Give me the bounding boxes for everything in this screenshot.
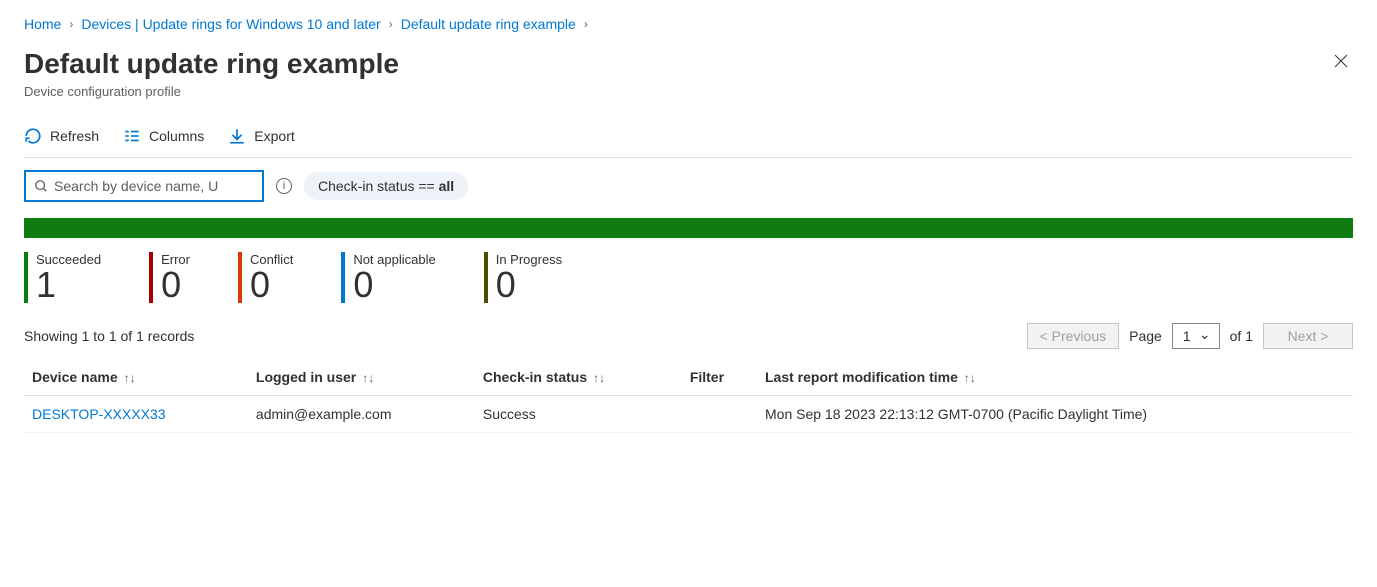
sort-icon: ↑↓ [593,371,605,385]
accent-bar [484,252,488,303]
cell-device-name[interactable]: DESKTOP-XXXXX33 [24,396,248,433]
search-input-wrapper[interactable] [24,170,264,202]
previous-button[interactable]: < Previous [1027,323,1120,349]
status-value: 0 [353,267,435,303]
status-value: 1 [36,267,101,303]
col-label: Logged in user [256,369,356,385]
status-not-applicable[interactable]: Not applicable 0 [341,252,435,303]
col-label: Last report modification time [765,369,958,385]
accent-bar [238,252,242,303]
breadcrumb: Home › Devices | Update rings for Window… [24,16,1353,32]
accent-bar [149,252,153,303]
col-label: Check-in status [483,369,587,385]
pagination: < Previous Page 1 of 1 Next > [1027,323,1353,349]
col-filter[interactable]: Filter [682,359,757,396]
status-conflict[interactable]: Conflict 0 [238,252,293,303]
page-label: Page [1129,328,1162,344]
sort-icon: ↑↓ [362,371,374,385]
status-error[interactable]: Error 0 [149,252,190,303]
chevron-right-icon: › [584,17,588,31]
search-icon [34,179,48,193]
status-tiles: Succeeded 1 Error 0 Conflict 0 Not appli… [24,252,1353,303]
chevron-right-icon: › [69,17,73,31]
col-device-name[interactable]: Device name ↑↓ [24,359,248,396]
refresh-label: Refresh [50,128,99,144]
page-select[interactable]: 1 [1172,323,1220,349]
cell-checkin-status: Success [475,396,682,433]
export-icon [228,127,246,145]
col-last-modification[interactable]: Last report modification time ↑↓ [757,359,1353,396]
col-label: Filter [690,369,724,385]
status-in-progress[interactable]: In Progress 0 [484,252,562,303]
status-succeeded[interactable]: Succeeded 1 [24,252,101,303]
page-subtitle: Device configuration profile [24,84,1353,99]
breadcrumb-current[interactable]: Default update ring example [401,16,576,32]
page-total: of 1 [1230,328,1253,344]
col-label: Device name [32,369,118,385]
filter-pill-value: all [439,178,455,194]
next-button[interactable]: Next > [1263,323,1353,349]
accent-bar [24,252,28,303]
close-button[interactable] [1329,48,1353,79]
status-value: 0 [161,267,190,303]
cell-logged-in-user: admin@example.com [248,396,475,433]
sort-icon: ↑↓ [124,371,136,385]
columns-label: Columns [149,128,204,144]
refresh-icon [24,127,42,145]
breadcrumb-devices[interactable]: Devices | Update rings for Windows 10 an… [81,16,380,32]
col-checkin-status[interactable]: Check-in status ↑↓ [475,359,682,396]
checkin-status-filter-pill[interactable]: Check-in status == all [304,172,468,200]
info-icon[interactable]: i [276,178,292,194]
chevron-right-icon: › [389,17,393,31]
columns-button[interactable]: Columns [123,123,204,149]
records-summary: Showing 1 to 1 of 1 records [24,328,194,344]
page-title: Default update ring example [24,48,399,80]
accent-bar [341,252,345,303]
status-value: 0 [496,267,562,303]
page-select-value: 1 [1183,328,1191,344]
devices-table: Device name ↑↓ Logged in user ↑↓ Check-in … [24,359,1353,433]
cell-filter [682,396,757,433]
toolbar: Refresh Columns Export [24,115,1353,158]
sort-icon: ↑↓ [964,371,976,385]
table-row[interactable]: DESKTOP-XXXXX33 admin@example.com Succes… [24,396,1353,433]
close-icon [1333,53,1349,69]
filter-pill-prefix: Check-in status == [318,178,439,194]
export-label: Export [254,128,294,144]
cell-modification-time: Mon Sep 18 2023 22:13:12 GMT-0700 (Pacif… [757,396,1353,433]
status-value: 0 [250,267,293,303]
status-progress-bar [24,218,1353,238]
columns-icon [123,127,141,145]
breadcrumb-home[interactable]: Home [24,16,61,32]
refresh-button[interactable]: Refresh [24,123,99,149]
export-button[interactable]: Export [228,123,294,149]
search-input[interactable] [54,178,254,194]
col-logged-in-user[interactable]: Logged in user ↑↓ [248,359,475,396]
